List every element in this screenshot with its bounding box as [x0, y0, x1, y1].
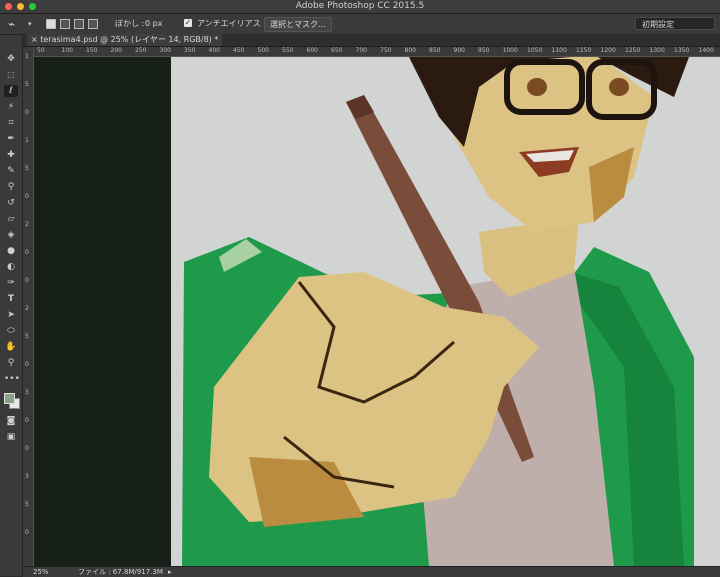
document-tab-bar: × terasima4.psd @ 25% (レイヤー 14, RGB/8) * [23, 34, 720, 47]
ruler-tick-label: 550 [282, 47, 294, 54]
feather-input[interactable]: 0 px [145, 14, 162, 34]
dodge-tool-icon[interactable]: ◐ [4, 261, 18, 273]
ruler-tick-label: 1150 [576, 47, 592, 54]
ruler-tick-label: 5 [25, 333, 29, 340]
crop-tool-icon[interactable]: ⌗ [4, 117, 18, 129]
brush-tool-icon[interactable]: ✎ [4, 165, 18, 177]
chevron-down-icon[interactable]: ▾ [28, 14, 32, 34]
ruler-tick-label: 750 [380, 47, 392, 54]
ruler-tick-label: 100 [61, 47, 73, 54]
ruler-tick-label: 300 [159, 47, 171, 54]
ruler-tick-label: 450 [233, 47, 245, 54]
ruler-tick-label: 1050 [527, 47, 543, 54]
ruler-tick-label: 0 [25, 445, 29, 452]
status-bar: 25% ファイル : 67.8M/917.3M ▸ [23, 566, 720, 577]
ruler-tick-label: 0 [25, 529, 29, 536]
ruler-tick-label: 5 [25, 165, 29, 172]
eraser-tool-icon[interactable]: ▱ [4, 213, 18, 225]
new-selection-icon[interactable] [46, 19, 56, 29]
select-and-mask-button[interactable]: 選択とマスク... [264, 17, 332, 32]
ruler-tick-label: 0 [25, 277, 29, 284]
tools-panel: ✥ ⬚ ℓ ⚡ ⌗ ✒ ✚ ✎ ⚲ ↺ ▱ ◈ ● ◐ ✑ T ➤ ⬭ ✋ ⚲ … [0, 35, 23, 576]
ruler-tick-label: 5 [25, 81, 29, 88]
ruler-tick-label: 0 [25, 417, 29, 424]
lasso-tool-icon[interactable]: ℓ [4, 85, 18, 97]
add-selection-icon[interactable] [60, 19, 70, 29]
ruler-horizontal[interactable]: 50 100 150 200 250 300 350 400 450 500 550 600 650 70… [33, 47, 720, 57]
ruler-tick-label: 3 [25, 473, 29, 480]
ruler-tick-label: 1100 [551, 47, 567, 54]
ruler-tick-label: 50 [37, 47, 45, 54]
illustration [171, 57, 720, 566]
history-brush-tool-icon[interactable]: ↺ [4, 197, 18, 209]
ruler-vertical[interactable]: 1 5 0 1 5 0 2 0 0 2 5 0 3 0 0 3 5 0 [23, 47, 34, 566]
ruler-tick-label: 150 [86, 47, 98, 54]
ruler-tick-label: 950 [478, 47, 490, 54]
ruler-tick-label: 1 [25, 137, 29, 144]
foreground-color-swatch[interactable] [4, 393, 15, 404]
window-title: Adobe Photoshop CC 2015.5 [295, 1, 425, 11]
feather-label: ぼかし : [115, 19, 145, 28]
ruler-tick-label: 1350 [674, 47, 690, 54]
ruler-tick-label: 250 [135, 47, 147, 54]
ruler-tick-label: 1000 [502, 47, 518, 54]
ruler-tick-label: 2 [25, 305, 29, 312]
antialias-label: アンチエイリアス [197, 19, 261, 28]
blur-tool-icon[interactable]: ● [4, 245, 18, 257]
ruler-tick-label: 1200 [600, 47, 616, 54]
intersect-selection-icon[interactable] [88, 19, 98, 29]
ruler-tick-label: 850 [429, 47, 441, 54]
magic-wand-tool-icon[interactable]: ⚡ [4, 101, 18, 113]
eyedropper-tool-icon[interactable]: ✒ [4, 133, 18, 145]
ruler-tick-label: 0 [25, 109, 29, 116]
paint-bucket-tool-icon[interactable]: ◈ [4, 229, 18, 241]
clone-stamp-tool-icon[interactable]: ⚲ [4, 181, 18, 193]
lasso-preset-icon[interactable]: ⌁ [8, 14, 15, 34]
ruler-tick-label: 1 [25, 53, 29, 60]
ruler-tick-label: 1400 [698, 47, 714, 54]
ruler-tick-label: 0 [25, 249, 29, 256]
path-selection-tool-icon[interactable]: ➤ [4, 309, 18, 321]
ruler-tick-label: 700 [355, 47, 367, 54]
ruler-tick-label: 3 [25, 389, 29, 396]
move-tool-icon[interactable]: ✥ [4, 53, 18, 65]
options-bar: ⌁ ▾ ぼかし : 0 px ✓ アンチエイリアス 選択とマスク... 初期設定 [0, 14, 720, 35]
workspace-preset-select[interactable]: 初期設定 [635, 17, 715, 30]
document-tab-title: terasima4.psd @ 25% (レイヤー 14, RGB/8) * [40, 35, 219, 44]
quick-mask-icon[interactable]: ◙ [4, 415, 18, 427]
ruler-tick-label: 1300 [649, 47, 665, 54]
shape-tool-icon[interactable]: ⬭ [4, 325, 18, 337]
ruler-tick-label: 900 [453, 47, 465, 54]
ruler-tick-label: 200 [110, 47, 122, 54]
pen-tool-icon[interactable]: ✑ [4, 277, 18, 289]
ruler-tick-label: 350 [184, 47, 196, 54]
document-canvas[interactable] [34, 57, 720, 566]
ruler-tick-label: 5 [25, 501, 29, 508]
close-tab-icon[interactable]: × [31, 35, 40, 44]
antialias-checkbox[interactable]: ✓ [184, 19, 192, 27]
ruler-tick-label: 600 [306, 47, 318, 54]
ruler-tick-label: 400 [208, 47, 220, 54]
ruler-tick-label: 650 [331, 47, 343, 54]
zoom-tool-icon[interactable]: ⚲ [4, 357, 18, 369]
subtract-selection-icon[interactable] [74, 19, 84, 29]
screen-mode-icon[interactable]: ▣ [4, 431, 18, 443]
more-tools-icon[interactable]: ••• [4, 373, 20, 385]
ruler-tick-label: 800 [404, 47, 416, 54]
document-tab[interactable]: × terasima4.psd @ 25% (レイヤー 14, RGB/8) * [27, 34, 223, 46]
ruler-tick-label: 2 [25, 221, 29, 228]
ruler-tick-label: 0 [25, 361, 29, 368]
marquee-tool-icon[interactable]: ⬚ [4, 69, 18, 81]
type-tool-icon[interactable]: T [4, 293, 18, 305]
healing-brush-tool-icon[interactable]: ✚ [4, 149, 18, 161]
ruler-tick-label: 500 [257, 47, 269, 54]
hand-tool-icon[interactable]: ✋ [4, 341, 18, 353]
ruler-tick-label: 1250 [625, 47, 641, 54]
title-bar: Adobe Photoshop CC 2015.5 [0, 0, 720, 14]
ruler-tick-label: 0 [25, 193, 29, 200]
